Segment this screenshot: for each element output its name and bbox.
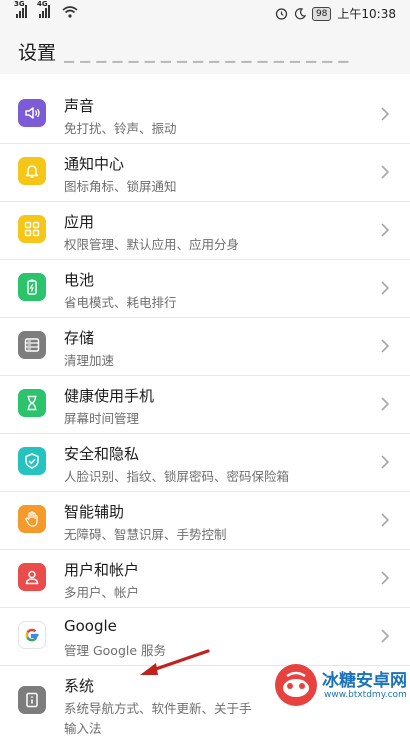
sim2-label: 4G <box>37 0 48 8</box>
google-icon <box>18 621 46 649</box>
hourglass-icon <box>18 389 46 417</box>
settings-item-smart-assistance[interactable]: 智能辅助 无障碍、智慧识屏、手势控制 <box>0 492 410 550</box>
user-icon <box>18 563 46 591</box>
battery-icon <box>18 273 46 301</box>
status-bar: 3G 4G 98 上午10:38 <box>0 0 410 26</box>
chevron-right-icon <box>381 455 390 469</box>
settings-item-subtitle: 图标角标、锁屏通知 <box>64 179 177 194</box>
settings-item-subtitle: 屏幕时间管理 <box>64 411 140 426</box>
speaker-icon <box>18 99 46 127</box>
settings-item-users-accounts[interactable]: 用户和帐户 多用户、帐户 <box>0 550 410 608</box>
settings-item-notifications[interactable]: 通知中心 图标角标、锁屏通知 <box>0 144 410 202</box>
hand-icon <box>18 505 46 533</box>
settings-item-title: 系统 <box>64 677 95 695</box>
settings-item-apps[interactable]: 应用 权限管理、默认应用、应用分身 <box>0 202 410 260</box>
system-info-icon <box>18 686 46 714</box>
moon-icon <box>294 7 306 19</box>
settings-item-battery[interactable]: 电池 省电模式、耗电排行 <box>0 260 410 318</box>
settings-item-sound[interactable]: 声音 免打扰、铃声、振动 <box>0 86 410 144</box>
settings-item-title: 应用 <box>64 213 95 231</box>
signal-sim1-icon: 3G <box>14 0 27 18</box>
annotation-arrow-icon <box>140 649 210 675</box>
settings-item-title: 声音 <box>64 97 95 115</box>
sim1-label: 3G <box>14 0 25 8</box>
wifi-icon <box>62 6 78 18</box>
settings-item-title: 安全和隐私 <box>64 445 140 463</box>
watermark-logo-icon <box>275 664 317 706</box>
settings-item-title: 健康使用手机 <box>64 387 155 405</box>
battery-level: 98 <box>311 6 332 21</box>
settings-item-title: 电池 <box>64 271 95 289</box>
chevron-right-icon <box>381 281 390 295</box>
settings-item-subtitle: 免打扰、铃声、振动 <box>64 121 177 136</box>
settings-list: 声音 免打扰、铃声、振动 通知中心 图标角标、锁屏通知 应用 权限管理、默认应用… <box>0 86 410 736</box>
chevron-right-icon <box>381 571 390 585</box>
chevron-right-icon <box>381 107 390 121</box>
settings-item-subtitle: 系统导航方式、软件更新、关于手 <box>64 701 252 716</box>
signal-sim2-icon: 4G <box>37 0 50 18</box>
settings-item-subtitle: 省电模式、耗电排行 <box>64 295 177 310</box>
watermark-url: www.btxtdmy.com <box>324 690 407 700</box>
chevron-right-icon <box>381 397 390 411</box>
settings-item-digital-balance[interactable]: 健康使用手机 屏幕时间管理 <box>0 376 410 434</box>
apps-grid-icon <box>18 215 46 243</box>
watermark-name: 冰糖安卓网 <box>322 671 407 691</box>
settings-item-subtitle: 权限管理、默认应用、应用分身 <box>64 237 240 252</box>
settings-item-title: 存储 <box>64 329 95 347</box>
page-title: 设置 <box>18 42 57 64</box>
settings-item-subtitle: 清理加速 <box>64 353 115 368</box>
settings-item-title: Google <box>64 617 117 635</box>
settings-item-title: 智能辅助 <box>64 503 125 521</box>
alarm-icon <box>275 8 288 20</box>
bell-icon <box>18 157 46 185</box>
chevron-right-icon <box>381 223 390 237</box>
settings-item-title: 用户和帐户 <box>64 561 140 579</box>
settings-item-title: 通知中心 <box>64 155 125 173</box>
clock: 上午10:38 <box>337 7 396 21</box>
settings-item-subtitle: 无障碍、智慧识屏、手势控制 <box>64 527 227 542</box>
settings-item-storage[interactable]: 存储 清理加速 <box>0 318 410 376</box>
settings-item-subtitle: 人脸识别、指纹、锁屏密码、密码保险箱 <box>64 469 290 484</box>
settings-item-subtitle: 多用户、帐户 <box>64 585 140 600</box>
scrolled-item-remnant: ▔ ▔ ▔ ▔ ▔ ▔ ▔ ▔ ▔ ▔ ▔ ▔ ▔ ▔ ▔ ▔ ▔ ▔ <box>64 62 350 77</box>
chevron-right-icon <box>381 339 390 353</box>
storage-icon <box>18 331 46 359</box>
shield-icon <box>18 447 46 475</box>
chevron-right-icon <box>381 629 390 643</box>
chevron-right-icon <box>381 165 390 179</box>
settings-item-security-privacy[interactable]: 安全和隐私 人脸识别、指纹、锁屏密码、密码保险箱 <box>0 434 410 492</box>
settings-item-subtitle-line2: 输入法 <box>64 721 102 736</box>
chevron-right-icon <box>381 513 390 527</box>
